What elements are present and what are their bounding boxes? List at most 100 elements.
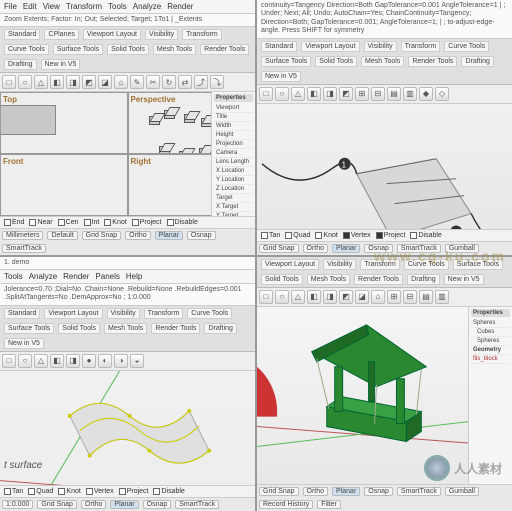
cube-icon[interactable] — [199, 145, 211, 154]
osnap-chk[interactable]: Tan — [4, 488, 23, 495]
tool-button[interactable]: ⊞ — [387, 290, 401, 304]
menu-item[interactable]: Tools — [4, 272, 23, 281]
status-btn[interactable]: Planar — [155, 231, 183, 240]
menu-item[interactable]: Analyze — [133, 2, 161, 11]
tabbar-tr[interactable]: Standard Viewport Layout Visibility Tran… — [257, 39, 512, 85]
tool-button[interactable]: ▥ — [435, 290, 449, 304]
statusbar-tl[interactable]: Millimeters Default Grid Snap Ortho Plan… — [0, 228, 255, 255]
tab[interactable]: Curve Tools — [187, 308, 232, 319]
prop-item[interactable]: Target — [214, 194, 253, 203]
statusbar-bl[interactable]: 1:0.000 Grid Snap Ortho Planar Osnap Sma… — [0, 497, 255, 511]
osnap-chk[interactable]: End — [4, 219, 24, 226]
toolbar-br[interactable]: □ ○ △ ◧ ◨ ◩ ◪ ⌂ ⊞ ⊟ ▤ ▥ — [257, 288, 512, 307]
viewport-bl[interactable]: t surface — [0, 371, 255, 485]
status-btn[interactable]: Gumball — [445, 487, 479, 496]
tool-button[interactable]: ⤴ — [194, 75, 208, 89]
viewport-tr[interactable]: 1 2 — [257, 104, 512, 229]
tool-button[interactable]: ⊞ — [355, 87, 369, 101]
tab[interactable]: New in V5 — [41, 59, 81, 70]
viewport-tl[interactable]: Top Perspective Front — [0, 92, 255, 215]
tab[interactable]: Visibility — [364, 41, 397, 52]
osnap-chk[interactable]: Quad — [285, 232, 310, 239]
tool-button[interactable]: ⌂ — [114, 75, 128, 89]
osnap-bar-tr[interactable]: Tan Quad Knot Vertex Project Disable — [257, 229, 512, 241]
tool-button[interactable]: ◪ — [98, 75, 112, 89]
prop-item[interactable]: Lens Length — [214, 158, 253, 167]
tool-button[interactable]: △ — [34, 75, 48, 89]
tool-button[interactable]: ⊟ — [371, 87, 385, 101]
tool-button[interactable]: ◧ — [50, 75, 64, 89]
tab[interactable]: Surface Tools — [453, 259, 503, 270]
menu-item[interactable]: View — [43, 2, 60, 11]
tool-button[interactable]: ⊟ — [403, 290, 417, 304]
status-btn[interactable]: 1:0.000 — [2, 500, 33, 509]
osnap-chk[interactable]: Project — [119, 488, 149, 495]
prop-item[interactable]: X Target — [214, 203, 253, 212]
tool-button[interactable]: ◧ — [307, 290, 321, 304]
tool-button[interactable]: ◇ — [435, 87, 449, 101]
status-btn[interactable]: Osnap — [364, 487, 393, 496]
tool-button[interactable]: ▤ — [419, 290, 433, 304]
tab[interactable]: Solid Tools — [107, 44, 149, 55]
tool-button[interactable]: ⤵ — [210, 75, 224, 89]
osnap-chk[interactable]: Knot — [104, 219, 126, 226]
osnap-chk[interactable]: Vertex — [86, 488, 114, 495]
tab[interactable]: Curve Tools — [4, 44, 49, 55]
tool-button[interactable]: ▥ — [403, 87, 417, 101]
tool-button[interactable]: ◧ — [307, 87, 321, 101]
osnap-chk[interactable]: Quad — [28, 488, 53, 495]
statusbar-tr[interactable]: Grid Snap Ortho Planar Osnap SmartTrack … — [257, 241, 512, 255]
viewport-top[interactable]: Top — [0, 92, 128, 154]
status-btn[interactable]: Ortho — [303, 244, 329, 253]
tool-button[interactable]: ● — [82, 354, 96, 368]
tool-button[interactable]: ◧ — [50, 354, 64, 368]
tab[interactable]: Solid Tools — [261, 274, 303, 285]
viewport-front[interactable]: Front — [0, 154, 128, 216]
tab[interactable]: Drafting — [407, 274, 440, 285]
cube-icon[interactable] — [164, 107, 176, 117]
prop-item[interactable]: Cubes — [471, 328, 510, 337]
menu-item[interactable]: Panels — [95, 272, 119, 281]
status-btn[interactable]: SmartTrack — [397, 244, 441, 253]
tab[interactable]: Viewport Layout — [44, 308, 102, 319]
prop-item[interactable]: Camera — [214, 149, 253, 158]
properties-panel-br[interactable]: Properties Spheres Cubes Spheres Geometr… — [468, 307, 512, 485]
status-btn[interactable]: SmartTrack — [397, 487, 441, 496]
status-btn[interactable]: Osnap — [143, 500, 172, 509]
tool-button[interactable]: △ — [34, 354, 48, 368]
tool-button[interactable]: ◒ — [130, 354, 144, 368]
tab[interactable]: New in V5 — [444, 274, 484, 285]
tab[interactable]: Curve Tools — [404, 259, 449, 270]
status-btn[interactable]: Gumball — [445, 244, 479, 253]
tool-button[interactable]: ◐ — [98, 354, 112, 368]
menu-item[interactable]: File — [4, 2, 17, 11]
prop-item[interactable]: Height — [214, 131, 253, 140]
tool-button[interactable]: □ — [259, 87, 273, 101]
osnap-bar-tl[interactable]: End Near Cen Int Knot Project Disable — [0, 216, 255, 228]
tool-button[interactable]: ⌂ — [371, 290, 385, 304]
status-btn[interactable]: Osnap — [187, 231, 216, 240]
tab[interactable]: Transform — [360, 259, 400, 270]
tab[interactable]: Surface Tools — [4, 323, 54, 334]
menu-item[interactable]: Transform — [66, 2, 102, 11]
command-bar-tr[interactable]: continuity=Tangency Direction=Both GapTo… — [257, 0, 512, 39]
menu-item[interactable]: Tools — [108, 2, 127, 11]
cube-icon[interactable] — [184, 111, 196, 121]
prop-item[interactable]: Z Location — [214, 185, 253, 194]
prop-item[interactable]: Projection — [214, 140, 253, 149]
properties-panel-tl[interactable]: Properties Viewport Title Width Height P… — [211, 92, 255, 215]
tab[interactable]: Visibility — [145, 29, 178, 40]
tab[interactable]: Mesh Tools — [361, 56, 404, 67]
tab[interactable]: Visibility — [107, 308, 140, 319]
tab[interactable]: Drafting — [204, 323, 237, 334]
viewport-br[interactable]: Properties Spheres Cubes Spheres Geometr… — [257, 307, 512, 485]
osnap-chk[interactable]: Disable — [153, 488, 184, 495]
tool-button[interactable]: ◪ — [355, 290, 369, 304]
osnap-chk[interactable]: Cen — [58, 219, 79, 226]
osnap-chk[interactable]: Vertex — [343, 232, 371, 239]
prop-item[interactable]: Spheres — [471, 319, 510, 328]
tool-button[interactable]: ◨ — [66, 75, 80, 89]
osnap-chk[interactable]: Knot — [315, 232, 337, 239]
osnap-chk[interactable]: Knot — [58, 488, 80, 495]
status-btn[interactable]: Ortho — [81, 500, 107, 509]
